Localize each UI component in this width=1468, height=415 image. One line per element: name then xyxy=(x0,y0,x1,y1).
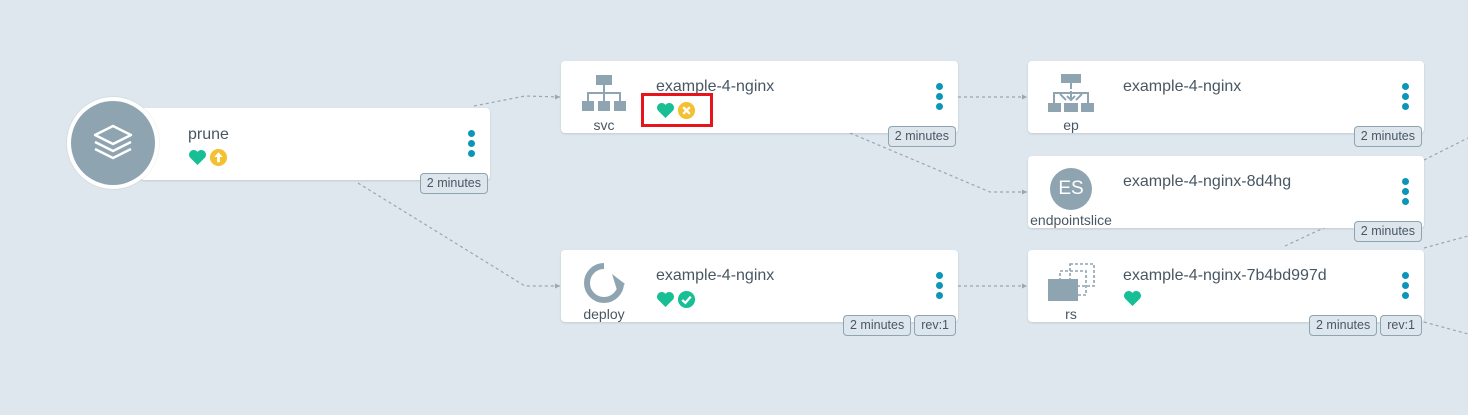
app-node[interactable]: prune 2 minutes xyxy=(140,108,490,194)
heart-icon xyxy=(657,291,674,308)
node-menu-button[interactable] xyxy=(936,272,944,299)
age-tag: 2 minutes xyxy=(887,126,956,147)
node-kind: ep xyxy=(1063,117,1079,133)
age-tag: 2 minutes xyxy=(1353,126,1422,147)
age-tag: 2 minutes xyxy=(843,315,912,336)
svc-node[interactable]: svc example-4-nginx 2 minutes xyxy=(561,61,958,147)
rs-node[interactable]: rs example-4-nginx-7b4bd997d 2 minutes r… xyxy=(1028,250,1424,336)
node-status xyxy=(1123,290,1142,307)
node-name: example-4-nginx-7b4bd997d xyxy=(1123,267,1327,284)
endpointslice-icon: ES xyxy=(1050,168,1092,210)
heart-icon xyxy=(189,149,206,166)
app-status xyxy=(188,148,228,167)
node-kind: endpointslice xyxy=(1030,212,1112,228)
age-tag: 2 minutes xyxy=(1353,221,1422,242)
revision-tag: rev:1 xyxy=(1380,315,1422,336)
node-menu-button[interactable] xyxy=(1402,178,1410,205)
node-menu-button[interactable] xyxy=(1402,83,1410,110)
out-of-sync-arrow-icon xyxy=(209,148,228,167)
node-kind: rs xyxy=(1065,306,1077,322)
edge-rs-out-1 xyxy=(1423,235,1468,249)
edge-app-svc xyxy=(473,95,561,107)
edge-endpointslice-out xyxy=(1423,137,1468,161)
app-name: prune xyxy=(188,126,229,143)
node-name: example-4-nginx-8d4hg xyxy=(1123,173,1292,190)
network-hierarchy-icon xyxy=(582,75,626,111)
app-icon-circle xyxy=(67,97,159,189)
replicaset-icon xyxy=(1048,263,1095,301)
age-tag: 2 minutes xyxy=(419,173,488,194)
edge-rs-out-2 xyxy=(1423,321,1468,335)
node-kind: svc xyxy=(593,117,615,133)
layers-icon xyxy=(93,124,133,160)
synced-check-icon xyxy=(677,290,696,309)
node-menu-button[interactable] xyxy=(1402,272,1410,299)
highlight-box xyxy=(641,93,713,127)
endpointslice-node[interactable]: ES endpointslice example-4-nginx-8d4hg 2… xyxy=(1028,156,1424,242)
node-status xyxy=(656,290,696,309)
age-tag: 2 minutes xyxy=(1309,315,1378,336)
node-name: example-4-nginx xyxy=(656,267,775,284)
deploy-node[interactable]: deploy example-4-nginx 2 minutes rev:1 xyxy=(561,250,958,336)
revision-tag: rev:1 xyxy=(914,315,956,336)
app-menu-button[interactable] xyxy=(468,130,476,157)
ep-node[interactable]: ep example-4-nginx 2 minutes xyxy=(1028,61,1424,147)
node-menu-button[interactable] xyxy=(936,83,944,110)
heart-icon xyxy=(1124,290,1141,307)
endpoints-icon xyxy=(1048,74,1094,112)
refresh-icon xyxy=(584,263,625,303)
edge-app-deploy xyxy=(357,182,560,287)
node-name: example-4-nginx xyxy=(1123,78,1242,95)
node-kind: deploy xyxy=(583,306,625,322)
